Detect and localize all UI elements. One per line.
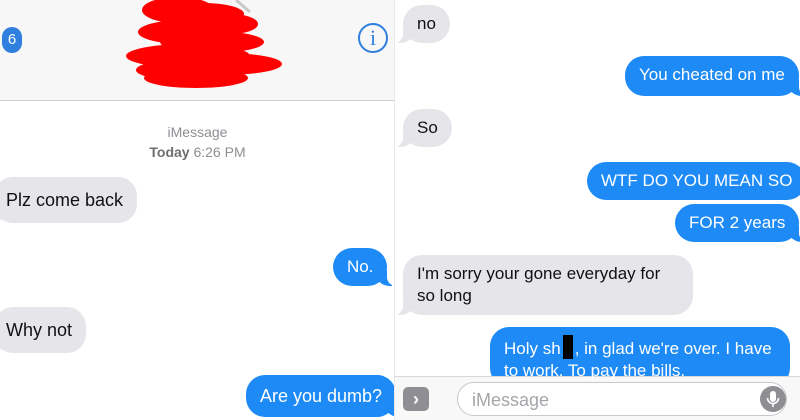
message-input-placeholder: iMessage xyxy=(472,390,550,410)
message-text: So xyxy=(417,118,438,137)
apps-arrow-icon[interactable]: › xyxy=(403,387,429,411)
message-bubble-outgoing: No. xyxy=(333,248,395,286)
message-text: You cheated on me xyxy=(639,65,785,84)
left-conversation: 6 i iMessage Today 6:26 PM Plz come back… xyxy=(0,0,395,420)
info-icon[interactable]: i xyxy=(358,23,388,53)
black-censor-bar xyxy=(562,335,573,359)
message-bubble-incoming: Why not xyxy=(0,307,87,353)
message-bubble-outgoing: You cheated on me xyxy=(625,56,800,96)
message-text: Plz come back xyxy=(6,190,124,210)
microphone-icon[interactable] xyxy=(760,386,786,412)
message-bubble-outgoing: FOR 2 years xyxy=(675,204,800,242)
message-bubble-outgoing: WTF DO YOU MEAN SO xyxy=(587,162,800,200)
message-bubble-outgoing: Are you dumb? xyxy=(246,375,395,417)
message-text: no xyxy=(417,14,436,33)
timestamp-day: Today xyxy=(149,144,190,160)
message-bubble-incoming: So xyxy=(395,109,452,147)
message-input[interactable]: iMessage xyxy=(457,382,787,416)
message-bubble-incoming: I'm sorry your gone everyday for so long xyxy=(395,255,693,315)
message-bubble-incoming: Plz come back xyxy=(0,177,138,223)
message-text: Are you dumb? xyxy=(260,386,383,406)
message-text: Why not xyxy=(6,320,73,340)
message-bubble-incoming: no xyxy=(395,5,450,43)
right-conversation: no You cheated on me So WTF DO YOU MEAN … xyxy=(395,0,800,420)
conversation-header: 6 i xyxy=(0,0,395,101)
message-text: I'm sorry your gone everyday for so long xyxy=(417,264,661,305)
message-text-start: Holy sh xyxy=(504,339,561,358)
compose-bar: › iMessage xyxy=(395,376,800,420)
timestamp: Today 6:26 PM xyxy=(0,144,395,160)
back-count-badge[interactable]: 6 xyxy=(2,27,22,53)
red-scribble-censor xyxy=(126,0,282,88)
message-text: No. xyxy=(347,257,374,276)
timestamp-service: iMessage xyxy=(167,124,228,140)
timestamp-time: 6:26 PM xyxy=(193,144,246,160)
message-text: WTF DO YOU MEAN SO xyxy=(601,171,793,190)
message-text: FOR 2 years xyxy=(689,213,786,232)
